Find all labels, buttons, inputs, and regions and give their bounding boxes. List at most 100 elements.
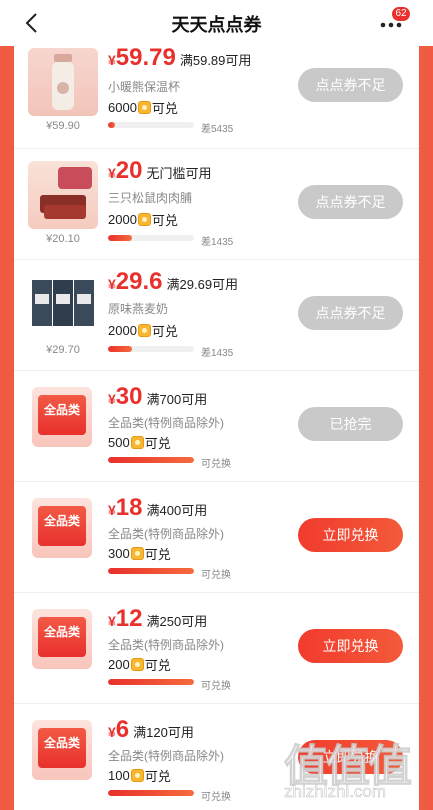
coupon-value: ¥12 满250可用 bbox=[108, 605, 207, 635]
progress-fill bbox=[108, 235, 133, 241]
points-suffix: 可兑 bbox=[151, 101, 178, 116]
redeem-button[interactable]: 立即兑换 bbox=[298, 740, 403, 774]
product-image-jerky[interactable] bbox=[28, 161, 98, 229]
points-suffix: 可兑 bbox=[144, 547, 171, 562]
progress-bar bbox=[108, 679, 194, 685]
product-name: 三只松鼠肉肉脯 bbox=[108, 191, 193, 205]
coin-icon bbox=[130, 547, 144, 560]
currency-symbol: ¥ bbox=[108, 613, 116, 629]
insufficient-points-button[interactable]: 点点券不足 bbox=[298, 296, 403, 330]
progress-bar bbox=[108, 568, 194, 574]
thumb-label: 全品类 bbox=[43, 514, 80, 528]
points-value: 2000 bbox=[108, 323, 137, 338]
list-item: 全品类 ¥12 满250可用 全品类(特例商品除外) 200 可兑 可兑换 立即兑换 bbox=[14, 593, 419, 704]
points-cost: 2000 可兑 bbox=[108, 210, 178, 229]
coin-icon bbox=[130, 769, 144, 782]
coupon-value: ¥30 满700可用 bbox=[108, 383, 207, 413]
progress-note: 差1435 bbox=[201, 348, 234, 359]
points-cost: 2000 可兑 bbox=[108, 321, 178, 340]
coupon-thumb[interactable]: 全品类 bbox=[32, 498, 92, 558]
progress-note: 差5435 bbox=[201, 124, 234, 135]
progress-bar bbox=[108, 790, 194, 796]
product-image-thermos[interactable] bbox=[28, 48, 98, 116]
points-value: 2000 bbox=[108, 212, 137, 227]
insufficient-points-button[interactable]: 点点券不足 bbox=[298, 68, 403, 102]
coupon-thumb[interactable]: 全品类 bbox=[32, 720, 92, 780]
coupon-condition: 满59.89可用 bbox=[179, 53, 252, 68]
sold-out-button[interactable]: 已抢完 bbox=[298, 407, 403, 441]
currency-symbol: ¥ bbox=[108, 724, 116, 740]
coupon-scope: 全品类(特例商品除外) bbox=[108, 416, 224, 430]
coin-icon bbox=[130, 658, 144, 671]
list-item: ¥20.10 ¥20 无门槛可用 三只松鼠肉肉脯 2000 可兑 差1435 点点券… bbox=[14, 149, 419, 260]
coupon-condition: 满700可用 bbox=[146, 392, 208, 407]
coupon-value: ¥6 满120可用 bbox=[108, 716, 194, 746]
points-value: 100 bbox=[108, 768, 130, 783]
coupon-amount: 18 bbox=[115, 494, 143, 521]
list-item: 全品类 ¥30 满700可用 全品类(特例商品除外) 500 可兑 可兑换 已抢完 bbox=[14, 371, 419, 482]
insufficient-points-button[interactable]: 点点券不足 bbox=[298, 185, 403, 219]
progress-note: 可兑换 bbox=[201, 570, 231, 581]
coupon-amount: 29.6 bbox=[115, 268, 163, 295]
points-suffix: 可兑 bbox=[151, 213, 178, 228]
redeem-button[interactable]: 立即兑换 bbox=[298, 629, 403, 663]
progress-bar bbox=[108, 122, 194, 128]
coin-icon bbox=[137, 324, 151, 337]
coupon-amount: 30 bbox=[115, 383, 143, 410]
coupon-scope: 全品类(特例商品除外) bbox=[108, 638, 224, 652]
points-cost: 100 可兑 bbox=[108, 766, 171, 785]
original-price: ¥59.90 bbox=[46, 120, 80, 132]
list-item: 全品类 ¥18 满400可用 全品类(特例商品除外) 300 可兑 可兑换 立即兑换 bbox=[14, 482, 419, 593]
points-suffix: 可兑 bbox=[151, 324, 178, 339]
points-value: 6000 bbox=[108, 100, 137, 115]
coupon-scope: 全品类(特例商品除外) bbox=[108, 527, 224, 541]
progress-bar bbox=[108, 346, 194, 352]
currency-symbol: ¥ bbox=[108, 52, 116, 68]
product-name: 原味燕麦奶 bbox=[108, 302, 169, 316]
progress-fill bbox=[108, 122, 115, 128]
points-value: 300 bbox=[108, 546, 130, 561]
coupon-list: ¥59.90 ¥59.79 满59.89可用 小暖熊保温杯 6000 可兑 差543… bbox=[14, 46, 419, 810]
thumb-label: 全品类 bbox=[43, 403, 80, 417]
progress-note: 可兑换 bbox=[201, 792, 231, 803]
list-item: ¥59.90 ¥59.79 满59.89可用 小暖熊保温杯 6000 可兑 差543… bbox=[14, 46, 419, 149]
coupon-amount: 12 bbox=[115, 605, 143, 632]
original-price: ¥29.70 bbox=[46, 344, 80, 356]
coin-icon bbox=[137, 213, 151, 226]
progress-bar bbox=[108, 457, 194, 463]
currency-symbol: ¥ bbox=[108, 276, 116, 292]
currency-symbol: ¥ bbox=[108, 391, 116, 407]
product-name: 小暖熊保温杯 bbox=[108, 80, 181, 94]
progress-fill bbox=[108, 457, 194, 463]
coin-icon bbox=[130, 436, 144, 449]
coupon-value: ¥29.6 满29.69可用 bbox=[108, 268, 238, 298]
progress-note: 差1435 bbox=[201, 237, 234, 248]
coupon-scope: 全品类(特例商品除外) bbox=[108, 749, 224, 763]
points-value: 200 bbox=[108, 657, 130, 672]
points-value: 500 bbox=[108, 435, 130, 450]
coupon-condition: 满29.69可用 bbox=[166, 277, 239, 292]
thumb-label: 全品类 bbox=[43, 736, 80, 750]
original-price: ¥20.10 bbox=[46, 233, 80, 245]
coupon-condition: 满400可用 bbox=[146, 503, 208, 518]
product-image-oat-milk[interactable] bbox=[28, 272, 98, 340]
progress-note: 可兑换 bbox=[201, 681, 231, 692]
page-title: 天天点点券 bbox=[171, 15, 262, 35]
points-suffix: 可兑 bbox=[144, 769, 171, 784]
coupon-amount: 6 bbox=[115, 716, 130, 743]
coupon-condition: 满250可用 bbox=[146, 614, 208, 629]
thumb-label: 全品类 bbox=[43, 625, 80, 639]
points-cost: 300 可兑 bbox=[108, 544, 171, 563]
coin-icon bbox=[137, 101, 151, 114]
currency-symbol: ¥ bbox=[108, 502, 116, 518]
coupon-value: ¥18 满400可用 bbox=[108, 494, 207, 524]
redeem-button[interactable]: 立即兑换 bbox=[298, 518, 403, 552]
currency-symbol: ¥ bbox=[108, 165, 116, 181]
coupon-thumb[interactable]: 全品类 bbox=[32, 387, 92, 447]
coupon-value: ¥20 无门槛可用 bbox=[108, 157, 212, 187]
coupon-thumb[interactable]: 全品类 bbox=[32, 609, 92, 669]
progress-fill bbox=[108, 568, 194, 574]
points-cost: 6000 可兑 bbox=[108, 98, 178, 117]
progress-bar bbox=[108, 235, 194, 241]
message-count-badge: 62 bbox=[392, 7, 410, 21]
